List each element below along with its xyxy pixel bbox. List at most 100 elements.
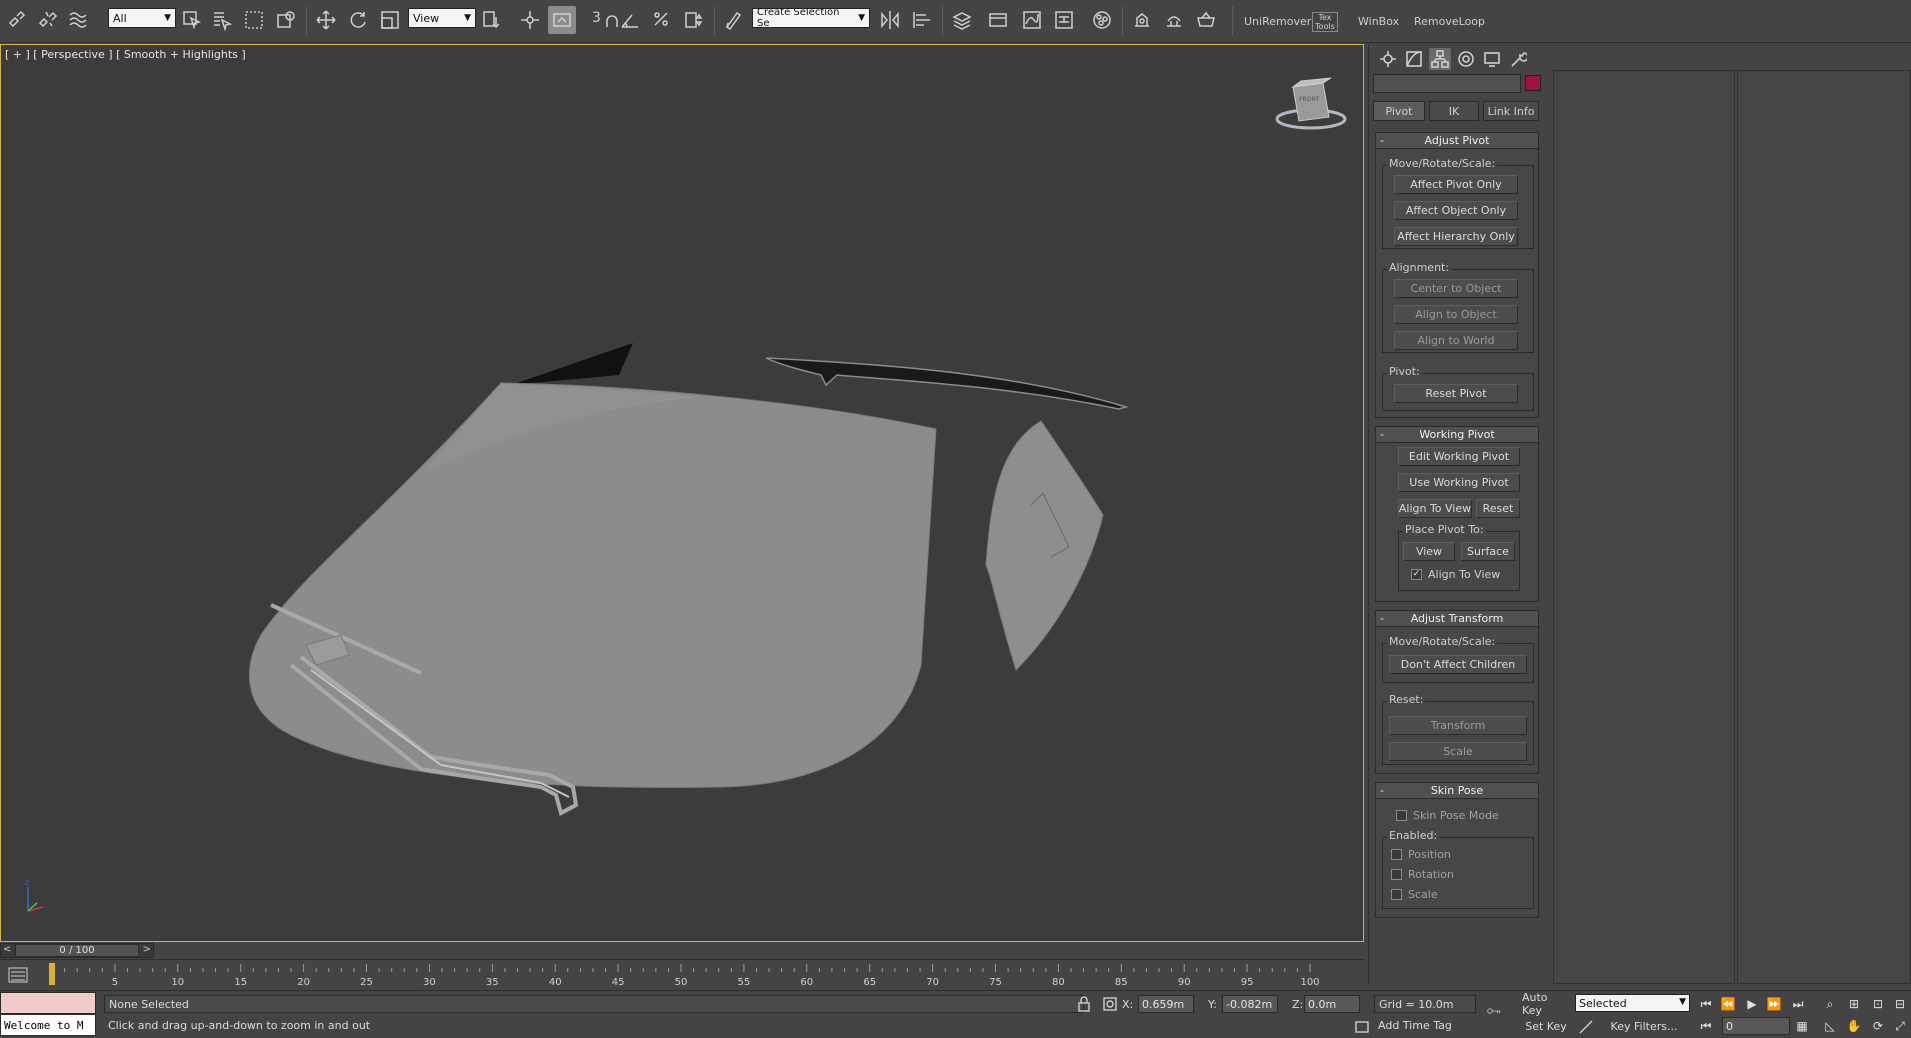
textools-button[interactable]: Tex Tools bbox=[1312, 12, 1338, 32]
absolute-mode-icon[interactable] bbox=[1102, 996, 1118, 1012]
lock-icon[interactable] bbox=[1076, 996, 1092, 1012]
select-by-name-icon[interactable] bbox=[208, 6, 236, 34]
select-and-rotate-icon[interactable] bbox=[344, 6, 372, 34]
align-icon[interactable] bbox=[908, 6, 936, 34]
maxscript-listener-top[interactable] bbox=[0, 992, 96, 1014]
go-to-start-icon[interactable]: ⏮ bbox=[1696, 995, 1716, 1013]
affect-hierarchy-only-button[interactable]: Affect Hierarchy Only bbox=[1394, 227, 1518, 246]
previous-frame-icon[interactable]: ⏪ bbox=[1718, 995, 1738, 1013]
keyboard-shortcut-override-icon[interactable] bbox=[548, 6, 576, 34]
go-to-end-icon[interactable]: ⏭ bbox=[1788, 995, 1808, 1013]
mini-curve-editor-icon[interactable] bbox=[8, 966, 28, 984]
viewport-label[interactable]: [ + ] [ Perspective ] [ Smooth + Highlig… bbox=[5, 48, 246, 61]
reset-working-pivot-button[interactable]: Reset bbox=[1476, 499, 1520, 518]
render-production-icon[interactable] bbox=[1192, 6, 1220, 34]
select-and-manipulate-icon[interactable] bbox=[516, 6, 544, 34]
reference-coordinate-select[interactable]: View ▼ bbox=[408, 8, 476, 28]
align-to-object-button[interactable]: Align to Object bbox=[1394, 305, 1518, 324]
zoom-icon[interactable]: ⌕ bbox=[1820, 995, 1840, 1013]
tab-link-info[interactable]: Link Info bbox=[1483, 101, 1539, 121]
motion-tab-icon[interactable] bbox=[1455, 48, 1477, 70]
edit-named-selection-icon[interactable] bbox=[720, 6, 748, 34]
auto-key-button[interactable]: Auto Key bbox=[1522, 991, 1570, 1017]
reset-transform-button[interactable]: Transform bbox=[1389, 716, 1527, 735]
zoom-all-icon[interactable]: ⊞ bbox=[1844, 995, 1864, 1013]
working-pivot-header[interactable]: - Working Pivot bbox=[1376, 427, 1538, 443]
align-to-view-button[interactable]: Align To View bbox=[1398, 499, 1472, 518]
adjust-transform-header[interactable]: - Adjust Transform bbox=[1376, 611, 1538, 627]
place-view-button[interactable]: View bbox=[1403, 542, 1455, 561]
select-and-scale-icon[interactable] bbox=[376, 6, 404, 34]
time-config-icon[interactable]: ▦ bbox=[1792, 1017, 1812, 1035]
winbox-button[interactable]: WinBox bbox=[1358, 15, 1399, 28]
next-frame-arrow[interactable]: > bbox=[143, 944, 151, 955]
curve-editor-icon[interactable] bbox=[1018, 6, 1046, 34]
render-setup-icon[interactable] bbox=[1128, 6, 1156, 34]
reset-scale-button[interactable]: Scale bbox=[1389, 742, 1527, 761]
time-tag-icon[interactable] bbox=[1354, 1019, 1370, 1035]
select-and-link-icon[interactable] bbox=[4, 6, 32, 34]
selection-filter-select[interactable]: All ▼ bbox=[108, 8, 176, 28]
affect-pivot-only-button[interactable]: Affect Pivot Only bbox=[1394, 175, 1518, 194]
zoom-extents-all-icon[interactable]: ⊟ bbox=[1890, 995, 1910, 1013]
utilities-tab-icon[interactable] bbox=[1507, 48, 1529, 70]
set-key-button[interactable]: Set Key bbox=[1522, 1017, 1570, 1035]
center-to-object-button[interactable]: Center to Object bbox=[1394, 279, 1518, 298]
key-mode-select[interactable]: Selected ▼ bbox=[1575, 994, 1690, 1012]
add-time-tag[interactable]: Add Time Tag bbox=[1374, 1017, 1476, 1035]
track-bar[interactable]: 5 10 15 20 25 30 35 40 45 50 55 60 65 70 75 80 85 90 95 100 bbox=[0, 959, 1364, 989]
use-pivot-center-icon[interactable] bbox=[478, 6, 506, 34]
spinner-snap-icon[interactable] bbox=[680, 6, 708, 34]
align-to-view-checkbox[interactable]: ✓ Align To View bbox=[1411, 568, 1500, 581]
play-icon[interactable]: ▶ bbox=[1742, 995, 1762, 1013]
orbit-icon[interactable]: ⟳ bbox=[1868, 1017, 1888, 1035]
skin-pose-header[interactable]: - Skin Pose bbox=[1376, 783, 1538, 799]
select-and-move-icon[interactable] bbox=[312, 6, 340, 34]
next-frame-icon[interactable]: ⏩ bbox=[1764, 995, 1784, 1013]
graphite-modeling-tools-icon[interactable] bbox=[984, 6, 1012, 34]
angle-snap-icon[interactable] bbox=[616, 6, 644, 34]
schematic-view-icon[interactable] bbox=[1050, 6, 1078, 34]
prev-frame-arrow[interactable]: < bbox=[3, 944, 11, 955]
pan-view-icon[interactable]: ✋ bbox=[1844, 1017, 1864, 1035]
skin-pose-mode-checkbox[interactable]: Skin Pose Mode bbox=[1396, 809, 1499, 822]
key-filter-icon[interactable] bbox=[1578, 1019, 1594, 1035]
place-surface-button[interactable]: Surface bbox=[1461, 542, 1515, 561]
uniremover-button[interactable]: UniRemover bbox=[1244, 15, 1311, 28]
removeloop-button[interactable]: RemoveLoop bbox=[1414, 15, 1485, 28]
display-tab-icon[interactable] bbox=[1481, 48, 1503, 70]
field-of-view-icon[interactable]: ◺ bbox=[1820, 1017, 1840, 1035]
current-frame-field[interactable]: 0 bbox=[1722, 1017, 1790, 1035]
create-tab-icon[interactable] bbox=[1377, 48, 1399, 70]
named-selection-set-select[interactable]: Create Selection Se ▼ bbox=[752, 7, 870, 29]
tab-ik[interactable]: IK bbox=[1429, 101, 1479, 121]
hierarchy-tab-icon[interactable] bbox=[1429, 48, 1451, 70]
object-color-swatch[interactable] bbox=[1525, 75, 1541, 91]
rendered-frame-window-icon[interactable] bbox=[1160, 6, 1188, 34]
x-coordinate-field[interactable]: 0.659m bbox=[1138, 995, 1194, 1013]
unlink-selection-icon[interactable] bbox=[34, 6, 62, 34]
adjust-pivot-header[interactable]: - Adjust Pivot bbox=[1376, 133, 1538, 149]
y-coordinate-field[interactable]: -0.082m bbox=[1222, 995, 1278, 1013]
dont-affect-children-button[interactable]: Don't Affect Children bbox=[1389, 655, 1527, 674]
edit-working-pivot-button[interactable]: Edit Working Pivot bbox=[1398, 447, 1520, 466]
layer-manager-icon[interactable] bbox=[948, 6, 976, 34]
modify-tab-icon[interactable] bbox=[1403, 48, 1425, 70]
bind-to-space-warp-icon[interactable] bbox=[64, 6, 92, 34]
scale-checkbox[interactable]: Scale bbox=[1391, 888, 1438, 901]
key-filters-button[interactable]: Key Filters... bbox=[1598, 1017, 1690, 1035]
object-name-field[interactable] bbox=[1373, 74, 1521, 93]
material-editor-icon[interactable] bbox=[1088, 6, 1116, 34]
align-to-world-button[interactable]: Align to World bbox=[1394, 331, 1518, 350]
reset-pivot-button[interactable]: Reset Pivot bbox=[1394, 384, 1518, 403]
window-crossing-icon[interactable] bbox=[272, 6, 300, 34]
perspective-viewport[interactable]: FRONT z [ + ] [ Perspective ] [ Smooth +… bbox=[0, 44, 1364, 942]
rotation-checkbox[interactable]: Rotation bbox=[1391, 868, 1454, 881]
tab-pivot[interactable]: Pivot bbox=[1373, 101, 1425, 121]
current-frame-marker[interactable] bbox=[49, 963, 55, 985]
select-object-icon[interactable] bbox=[178, 6, 206, 34]
key-mode-toggle-icon[interactable]: ⏮ bbox=[1696, 1017, 1716, 1035]
affect-object-only-button[interactable]: Affect Object Only bbox=[1394, 201, 1518, 220]
maxscript-listener-input[interactable]: Welcome to M bbox=[0, 1014, 96, 1036]
use-working-pivot-button[interactable]: Use Working Pivot bbox=[1398, 473, 1520, 492]
